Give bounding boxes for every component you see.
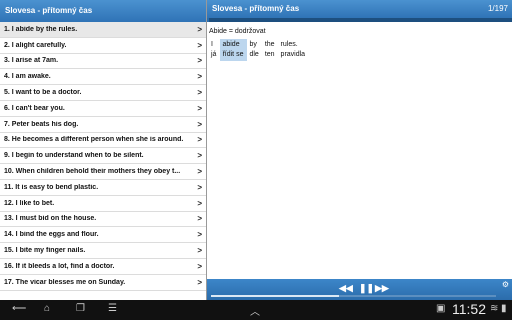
list-item[interactable]: 8. He becomes a different person when sh…	[0, 133, 206, 149]
chevron-right-icon: >	[197, 103, 202, 113]
list-title: Slovesa - přítomný čas	[0, 0, 206, 22]
chevron-right-icon: >	[197, 246, 202, 256]
list-item[interactable]: 16. If it bleeds a lot, find a doctor. >	[0, 259, 206, 275]
english-word: the	[264, 41, 275, 48]
list-item-label: 13. I must bid on the house.	[4, 215, 97, 223]
english-word: abide	[222, 41, 240, 48]
list-item[interactable]: 11. It is easy to bend plastic. >	[0, 180, 206, 196]
audio-seek-fill	[211, 295, 340, 297]
back-icon[interactable]: ⟵	[12, 303, 26, 314]
list-item[interactable]: 14. I bind the eggs and flour. >	[0, 227, 206, 244]
list-item-label: 10. When children behold their mothers t…	[4, 168, 181, 176]
phrase-list-panel: Slovesa - přítomný čas 1. I abide by the…	[0, 0, 207, 300]
list-item-label: 1. I abide by the rules.	[4, 25, 78, 33]
list-item[interactable]: 15. I bite my finger nails. >	[0, 243, 206, 259]
home-icon[interactable]: ⌂	[44, 303, 50, 314]
chevron-right-icon: >	[197, 261, 202, 271]
notification-icon[interactable]: ▣	[436, 303, 445, 314]
word-by-word-translation: Ijá abide řídit se by dle the ten rules. pravidl…	[207, 35, 512, 61]
wifi-icon: ≋	[490, 303, 499, 314]
rewind-icon[interactable]: ◀◀	[339, 283, 353, 293]
czech-word: já	[211, 51, 217, 58]
list-item[interactable]: 10. When children behold their mothers t…	[0, 164, 206, 180]
list-item-label: 11. It is easy to bend plastic.	[4, 183, 99, 191]
list-item-label: 3. I arise at 7am.	[4, 57, 59, 65]
chevron-right-icon: >	[197, 24, 202, 34]
gear-icon[interactable]: ⚙	[502, 280, 509, 289]
list-item-label: 6. I can't bear you.	[4, 104, 65, 112]
list-item-label: 9. I begin to understand when to be sile…	[4, 152, 144, 160]
system-navigation-bar: ⟵ ⌂ ❐ ☰ ︿ ▣ 11:52 ≋ ▮	[0, 300, 512, 320]
headword-translation: Abide = dodržovat	[209, 28, 266, 35]
chevron-right-icon: >	[197, 151, 202, 161]
list-item-label: 8. He becomes a different person when sh…	[4, 136, 184, 144]
list-item[interactable]: 4. I am awake. >	[0, 69, 206, 86]
detail-title: Slovesa - přítomný čas	[212, 4, 300, 13]
list-item-label: 4. I am awake.	[4, 73, 51, 81]
chevron-right-icon: >	[197, 230, 202, 240]
item-counter: 1/197	[487, 4, 508, 13]
list-item-label: 16. If it bleeds a lot, find a doctor.	[4, 262, 115, 270]
phrase-list: 1. I abide by the rules. >2. I alight car…	[0, 22, 206, 300]
list-item-label: 15. I bite my finger nails.	[4, 247, 86, 255]
list-item-label: 12. I like to bet.	[4, 199, 55, 207]
screenshot-icon[interactable]: ☰	[108, 303, 117, 314]
chevron-right-icon: >	[197, 88, 202, 98]
audio-seek-bar[interactable]	[211, 295, 496, 297]
list-item[interactable]: 2. I alight carefully. >	[0, 38, 206, 54]
list-item[interactable]: 17. The vicar blesses me on Sunday. >	[0, 275, 206, 291]
chevron-right-icon: >	[197, 135, 202, 145]
word-pair[interactable]: by dle	[247, 39, 262, 61]
item-progress-fill	[207, 18, 209, 22]
list-item[interactable]: 1. I abide by the rules. >	[0, 22, 206, 38]
list-item[interactable]: 6. I can't bear you. >	[0, 101, 206, 117]
list-item-label: 14. I bind the eggs and flour.	[4, 231, 99, 239]
list-item-label: 2. I alight carefully.	[4, 41, 67, 49]
clock: 11:52	[452, 301, 486, 317]
chevron-right-icon: >	[197, 72, 202, 82]
english-word: by	[249, 41, 257, 48]
chevron-right-icon: >	[197, 40, 202, 50]
list-item[interactable]: 3. I arise at 7am. >	[0, 54, 206, 70]
list-item[interactable]: 12. I like to bet. >	[0, 196, 206, 212]
app-window: Slovesa - přítomný čas 1. I abide by the…	[0, 0, 512, 300]
chevron-right-icon: >	[197, 198, 202, 208]
list-item[interactable]: 5. I want to be a doctor. >	[0, 85, 206, 101]
list-item-label: 17. The vicar blesses me on Sunday.	[4, 278, 126, 286]
czech-word: řídit se	[222, 51, 244, 58]
detail-panel: Slovesa - přítomný čas 1/197 Abide = dod…	[207, 0, 512, 300]
chevron-right-icon: >	[197, 119, 202, 129]
recent-apps-icon[interactable]: ❐	[76, 303, 85, 314]
list-item-label: 5. I want to be a doctor.	[4, 89, 82, 97]
word-pair[interactable]: rules. pravidla	[279, 39, 310, 61]
audio-player-bar: ◀◀ ❚❚ ▶▶ ⚙	[207, 279, 512, 300]
english-word: rules.	[280, 41, 298, 48]
chevron-right-icon: >	[197, 182, 202, 192]
word-pair[interactable]: Ijá	[209, 39, 220, 61]
english-word: I	[211, 41, 213, 48]
list-item[interactable]: 9. I begin to understand when to be sile…	[0, 148, 206, 165]
detail-header: Slovesa - přítomný čas 1/197	[207, 0, 512, 18]
item-progress-bar	[207, 18, 512, 22]
czech-word: pravidla	[280, 51, 306, 58]
czech-word: ten	[264, 51, 275, 58]
fast-forward-icon[interactable]: ▶▶	[375, 283, 389, 293]
chevron-right-icon: >	[197, 277, 202, 287]
word-pair[interactable]: the ten	[263, 39, 279, 61]
list-item[interactable]: 13. I must bid on the house. >	[0, 212, 206, 228]
chevron-right-icon: >	[197, 167, 202, 177]
chevron-right-icon: >	[197, 56, 202, 66]
czech-word: dle	[249, 51, 259, 58]
battery-icon: ▮	[501, 303, 507, 314]
pause-icon[interactable]: ❚❚	[359, 283, 374, 293]
list-item-label: 7. Peter beats his dog.	[4, 120, 79, 128]
word-pair[interactable]: abide řídit se	[220, 39, 248, 61]
up-icon[interactable]: ︿	[250, 303, 260, 318]
chevron-right-icon: >	[197, 214, 202, 224]
list-item[interactable]: 7. Peter beats his dog. >	[0, 117, 206, 133]
